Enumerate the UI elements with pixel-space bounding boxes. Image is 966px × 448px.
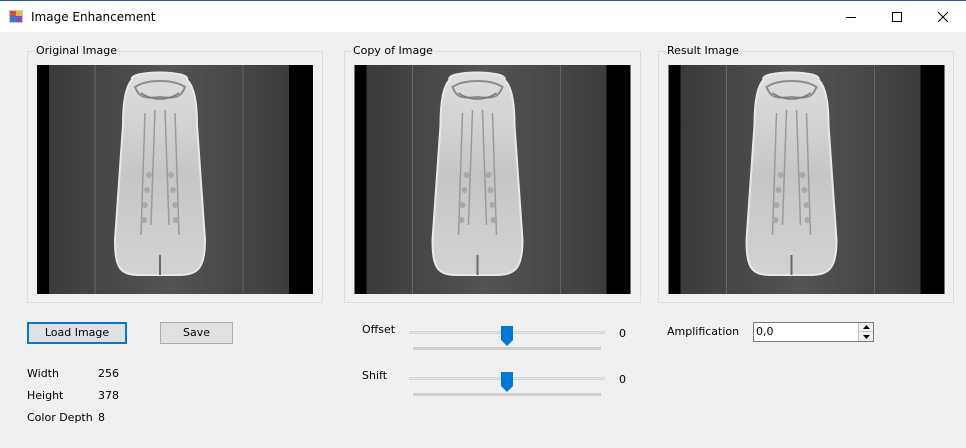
width-value: 256 [98,367,119,380]
close-button[interactable] [920,1,966,32]
shift-label: Shift [362,369,388,382]
minimize-icon [846,16,856,18]
copy-image-label: Copy of Image [351,44,435,58]
minimize-button[interactable] [828,1,874,32]
title-bar: Image Enhancement [0,0,966,32]
maximize-icon [892,11,902,22]
arrow-down-icon [862,334,870,339]
offset-slider-ticks [413,347,601,350]
close-icon [938,11,948,22]
save-button[interactable]: Save [160,322,233,344]
height-value: 378 [98,389,119,402]
color-depth-label: Color Depth [27,411,93,424]
original-image-label: Original Image [34,44,119,58]
shift-slider-ticks [413,393,601,396]
offset-label: Offset [362,323,396,336]
maximize-button[interactable] [874,1,920,32]
app-window-icon [8,9,24,24]
copy-image-picture [354,65,631,294]
amplification-input[interactable]: 0,0 [753,322,874,342]
spin-up-button[interactable] [859,323,873,332]
offset-slider-thumb[interactable] [501,326,513,346]
height-label: Height [27,389,64,402]
original-image-picture [37,65,313,294]
offset-slider[interactable] [409,326,605,354]
result-image-picture [668,65,945,294]
color-depth-value: 8 [98,411,105,424]
offset-value: 0 [619,327,626,340]
amplification-label: Amplification [667,325,740,338]
result-image-label: Result Image [665,44,741,58]
arrow-up-icon [862,325,870,329]
shift-value: 0 [619,373,626,386]
shift-slider[interactable] [409,372,605,400]
amplification-spinner [858,323,873,341]
window-title: Image Enhancement [31,10,156,24]
load-image-button[interactable]: Load Image [27,322,127,344]
amplification-value: 0,0 [756,325,774,338]
width-label: Width [27,367,59,380]
shift-slider-thumb[interactable] [501,372,513,392]
spin-down-button[interactable] [859,332,873,341]
